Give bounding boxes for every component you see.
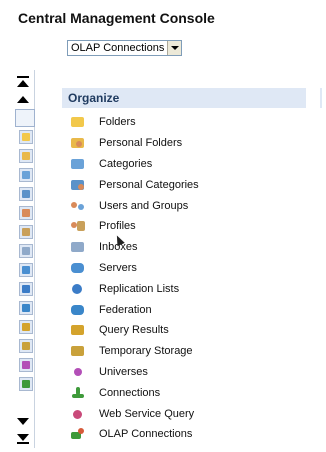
organize-list: Folders Personal Folders Categories Pers… (70, 112, 199, 445)
scroll-down-button[interactable] (16, 416, 30, 426)
olap-connections-icon (70, 428, 86, 440)
list-item-label: Personal Folders (99, 137, 183, 150)
personal-folder-icon (70, 137, 86, 149)
list-item-universes[interactable]: Universes (70, 362, 199, 383)
connections-icon (70, 386, 86, 399)
page-title: Central Management Console (18, 10, 215, 26)
list-item-replication-lists[interactable]: Replication Lists (70, 278, 199, 299)
list-item-users-and-groups[interactable]: Users and Groups (70, 195, 199, 216)
left-rail (12, 70, 35, 448)
list-item-servers[interactable]: Servers (70, 258, 199, 279)
rail-profiles-icon[interactable] (19, 225, 33, 239)
list-item-inboxes[interactable]: Inboxes (70, 237, 199, 258)
list-item-personal-categories[interactable]: Personal Categories (70, 174, 199, 195)
view-selector[interactable]: OLAP Connections (67, 40, 182, 56)
list-item-label: Users and Groups (99, 199, 189, 212)
list-item-query-results[interactable]: Query Results (70, 320, 199, 341)
rail-users-groups-icon[interactable] (19, 206, 33, 220)
replication-icon (70, 283, 86, 295)
rail-query-results-icon[interactable] (19, 320, 33, 334)
rail-folder-icon[interactable] (19, 130, 33, 144)
list-item-temporary-storage[interactable]: Temporary Storage (70, 341, 199, 362)
rail-categories-icon[interactable] (19, 168, 33, 182)
rail-connections-icon[interactable] (19, 377, 33, 391)
rail-replication-icon[interactable] (19, 282, 33, 296)
list-item-label: OLAP Connections (99, 428, 193, 441)
list-item-web-service-query[interactable]: Web Service Query (70, 403, 199, 424)
scroll-up-button[interactable] (16, 94, 30, 104)
list-item-label: Categories (99, 157, 153, 170)
categories-icon (70, 158, 86, 170)
rail-inbox-icon[interactable] (19, 244, 33, 258)
list-item-label: Personal Categories (99, 178, 199, 191)
web-service-query-icon (70, 408, 86, 420)
list-item-profiles[interactable]: Profiles (70, 216, 199, 237)
rail-personal-folder-icon[interactable] (19, 149, 33, 163)
servers-icon (70, 262, 86, 274)
list-item-label: Replication Lists (99, 282, 180, 295)
panel-edge (320, 88, 322, 108)
users-groups-icon (70, 200, 86, 212)
scroll-bottom-button[interactable] (16, 432, 30, 444)
query-results-icon (70, 324, 86, 336)
list-item-label: Query Results (99, 324, 169, 337)
list-item-folders[interactable]: Folders (70, 112, 199, 133)
organize-panel-header: Organize (62, 88, 306, 108)
list-item-label: Universes (99, 365, 148, 378)
organize-rail-button[interactable] (15, 109, 35, 127)
list-item-label: Profiles (99, 220, 136, 233)
inbox-icon (70, 241, 86, 253)
scroll-top-button[interactable] (16, 76, 30, 87)
universes-icon (70, 366, 86, 378)
list-item-label: Federation (99, 303, 152, 316)
list-item-label: Connections (99, 386, 161, 399)
list-item-categories[interactable]: Categories (70, 154, 199, 175)
list-item-connections[interactable]: Connections (70, 382, 199, 403)
list-item-label: Web Service Query (99, 407, 195, 420)
rail-universes-icon[interactable] (19, 358, 33, 372)
view-selector-value: OLAP Connections (71, 42, 165, 54)
list-item-federation[interactable]: Federation (70, 299, 199, 320)
rail-servers-icon[interactable] (19, 263, 33, 277)
folder-icon (70, 116, 86, 128)
personal-categories-icon (70, 179, 86, 191)
list-item-label: Temporary Storage (99, 345, 193, 358)
temporary-storage-icon (70, 345, 86, 357)
federation-icon (70, 304, 86, 316)
rail-temporary-storage-icon[interactable] (19, 339, 33, 353)
list-item-label: Folders (99, 116, 136, 129)
rail-federation-icon[interactable] (19, 301, 33, 315)
profiles-icon (70, 220, 86, 232)
chevron-down-icon[interactable] (167, 41, 181, 55)
list-item-olap-connections[interactable]: OLAP Connections (70, 424, 199, 445)
list-item-label: Servers (99, 261, 137, 274)
list-item-personal-folders[interactable]: Personal Folders (70, 133, 199, 154)
rail-personal-categories-icon[interactable] (19, 187, 33, 201)
